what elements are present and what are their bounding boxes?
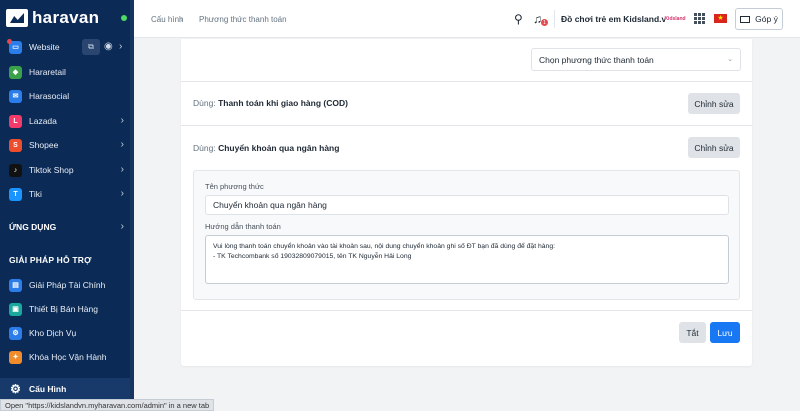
- bank-edit-panel: Tên phương thức Chuyển khoản qua ngân hà…: [193, 170, 740, 300]
- bank-method-name: Chuyển khoản qua ngân hàng: [218, 143, 340, 153]
- chevron-right-icon: ›: [120, 164, 124, 175]
- cod-method-name: Thanh toán khi giao hàng (COD): [218, 98, 348, 108]
- hararetail-icon: ◆: [9, 65, 22, 79]
- service-store-icon: ⚙: [9, 326, 22, 340]
- sidebar-item-label: Giải Pháp Tài Chính: [29, 280, 106, 290]
- gear-icon: ⚙: [10, 382, 21, 396]
- divider: [181, 310, 752, 311]
- select-placeholder: Chọn phương thức thanh toán: [539, 54, 654, 65]
- bank-prefix: Dùng:: [193, 143, 216, 153]
- sidebar-item-label: Tiktok Shop: [29, 165, 74, 175]
- sidebar-item-label: Hararetail: [29, 67, 66, 77]
- sidebar-item-service-store[interactable]: ⚙ Kho Dịch Vụ: [0, 321, 130, 345]
- brand[interactable]: haravan: [0, 0, 130, 36]
- lazada-icon: L: [9, 114, 22, 128]
- sidebar-item-hararetail[interactable]: ◆ Hararetail: [0, 60, 130, 84]
- website-alert-dot: [7, 38, 12, 44]
- bank-method-row: Dùng: Chuyển khoản qua ngân hàng: [193, 143, 339, 153]
- sidebar-item-lazada[interactable]: L Lazada ›: [0, 109, 130, 133]
- store-logo[interactable]: Kidsland: [664, 10, 686, 28]
- breadcrumb-separator: ›: [180, 14, 183, 24]
- method-name-input[interactable]: Chuyển khoản qua ngân hàng: [205, 195, 729, 215]
- search-icon[interactable]: ⚲: [514, 12, 523, 26]
- payment-methods-card: Chọn phương thức thanh toán ⌄ Dùng: Than…: [181, 39, 752, 366]
- chevron-down-icon: ⌄: [727, 56, 733, 63]
- tiki-icon: T: [9, 187, 22, 201]
- sidebar-item-harasocial[interactable]: ✉ Harasocial: [0, 84, 130, 108]
- sidebar-item-settings[interactable]: ⚙ Cấu Hình: [0, 378, 130, 400]
- feedback-button[interactable]: Góp ý: [735, 8, 783, 30]
- method-name-label: Tên phương thức: [205, 182, 264, 191]
- sidebar-item-label: Khóa Học Vận Hành: [29, 352, 107, 362]
- sidebar-item-label: Lazada: [29, 116, 57, 126]
- edit-bank-button[interactable]: Chỉnh sửa: [688, 137, 740, 158]
- sidebar-item-tiki[interactable]: T Tiki ›: [0, 182, 130, 206]
- apps-grid-icon[interactable]: [694, 13, 705, 24]
- shopee-icon: S: [9, 138, 22, 152]
- sidebar-section-apps[interactable]: ỨNG DỤNG ›: [0, 215, 130, 239]
- divider: [181, 125, 752, 126]
- instructions-textarea[interactable]: Vui lòng thanh toán chuyển khoản vào tài…: [205, 235, 729, 284]
- sidebar-item-shopee[interactable]: S Shopee ›: [0, 133, 130, 157]
- feedback-label: Góp ý: [755, 14, 778, 24]
- off-button[interactable]: Tắt: [679, 322, 706, 343]
- mail-icon: [740, 15, 751, 23]
- header-divider: [554, 10, 555, 28]
- sidebar-item-label: Kho Dịch Vụ: [29, 328, 77, 338]
- harasocial-icon: ✉: [9, 89, 22, 103]
- notification-badge: 1: [541, 19, 548, 26]
- sidebar-item-label: Website: [29, 42, 60, 52]
- sidebar-item-label: Thiết Bị Bán Hàng: [29, 304, 98, 314]
- instructions-label: Hướng dẫn thanh toán: [205, 222, 281, 231]
- eye-icon[interactable]: ◉: [104, 41, 113, 52]
- website-icon: ▭: [7, 38, 22, 54]
- edit-cod-button[interactable]: Chỉnh sửa: [688, 93, 740, 114]
- method-name-value: Chuyển khoản qua ngân hàng: [213, 200, 327, 210]
- instructions-line: - TK Techcombank số 19032809079015, tên …: [213, 252, 412, 260]
- chevron-right-icon: ›: [120, 139, 124, 150]
- browser-status-bar: Open "https://kidslandvn.myharavan.com/a…: [0, 399, 215, 411]
- sidebar-item-course[interactable]: ✦ Khóa Học Vận Hành: [0, 345, 130, 369]
- sidebar-scrollbar[interactable]: [130, 0, 134, 411]
- sidebar-item-pos-device[interactable]: ▣ Thiết Bị Bán Hàng: [0, 297, 130, 321]
- breadcrumb-settings[interactable]: Cấu hình: [151, 15, 183, 24]
- sidebar: haravan ▭ Website ⧉ ◉ › ◆ Hararetail ✉ H…: [0, 0, 134, 411]
- save-button[interactable]: Lưu: [710, 322, 740, 343]
- chevron-right-icon: ›: [120, 115, 124, 126]
- online-status-icon: [121, 15, 127, 21]
- sidebar-item-label: Shopee: [29, 140, 59, 150]
- chevron-right-icon: ›: [120, 188, 124, 199]
- cod-prefix: Dùng:: [193, 98, 216, 108]
- store-name[interactable]: Đồ chơi trẻ em Kidsland.vn: [561, 14, 671, 24]
- instructions-line: Vui lòng thanh toán chuyển khoản vào tài…: [213, 243, 555, 250]
- finance-icon: ▤: [9, 278, 22, 292]
- brand-name: haravan: [32, 8, 100, 27]
- course-icon: ✦: [9, 350, 22, 364]
- haravan-logo-icon: [6, 9, 28, 27]
- tiktok-icon: ♪: [9, 163, 22, 177]
- sidebar-item-label: Harasocial: [29, 91, 70, 101]
- sidebar-item-label: Cấu Hình: [29, 384, 67, 394]
- chevron-right-icon: ›: [120, 221, 124, 232]
- breadcrumb-payment-methods: Phương thức thanh toán: [199, 15, 287, 24]
- apps-section-title: ỨNG DỤNG: [9, 222, 57, 232]
- top-header: Cấu hình › Phương thức thanh toán ⚲ ♫ 1 …: [134, 0, 800, 38]
- cod-method-row: Dùng: Thanh toán khi giao hàng (COD): [193, 98, 348, 108]
- pos-device-icon: ▣: [9, 302, 22, 316]
- vietnam-flag-icon[interactable]: ★: [714, 14, 727, 23]
- external-link-icon[interactable]: ⧉: [82, 39, 100, 55]
- chevron-right-icon[interactable]: ›: [119, 41, 128, 52]
- divider: [181, 81, 752, 82]
- sidebar-item-finance[interactable]: ▤ Giải Pháp Tài Chính: [0, 273, 130, 297]
- payment-method-select[interactable]: Chọn phương thức thanh toán ⌄: [531, 48, 741, 71]
- sidebar-item-tiktok-shop[interactable]: ♪ Tiktok Shop ›: [0, 158, 130, 182]
- support-section-title: GIẢI PHÁP HỖ TRỢ: [9, 255, 92, 265]
- sidebar-item-label: Tiki: [29, 189, 42, 199]
